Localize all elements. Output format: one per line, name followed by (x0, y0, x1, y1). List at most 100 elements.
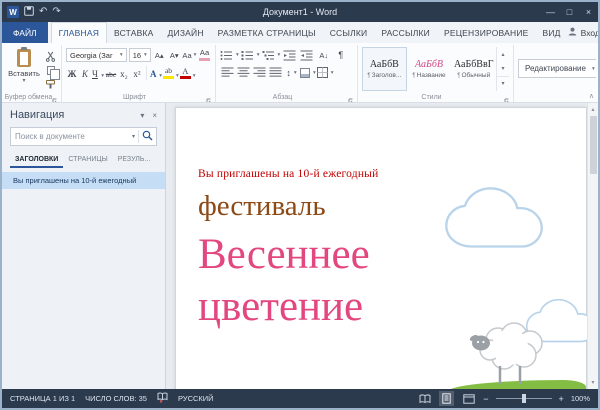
search-options-caret-icon[interactable]: ▾ (129, 133, 138, 140)
line-spacing-icon: ↕ (286, 68, 291, 78)
nav-tab-pages[interactable]: СТРАНИЦЫ (63, 153, 112, 168)
maximize-button[interactable]: □ (560, 2, 579, 22)
styles-scroll-down-icon[interactable]: ▾ (497, 61, 509, 75)
redo-icon[interactable]: ↷ (52, 7, 60, 17)
zoom-slider[interactable] (496, 398, 552, 399)
increase-indent-button[interactable] (299, 48, 314, 63)
decrease-indent-button[interactable] (282, 48, 297, 63)
align-right-button[interactable] (252, 65, 267, 80)
highlight-button[interactable]: ab ▾ (163, 64, 179, 81)
read-mode-button[interactable] (417, 391, 432, 406)
document-page[interactable]: Вы приглашены на 10-й ежегодный фестивал… (175, 107, 587, 389)
zoom-slider-thumb[interactable] (522, 394, 526, 403)
scroll-up-icon[interactable]: ▴ (591, 103, 594, 116)
style-heading1[interactable]: АаБбВ ¶Заголов... (362, 47, 407, 91)
collapse-ribbon-icon[interactable]: ∧ (589, 92, 594, 100)
styles-group: АаБбВ ¶Заголов... АаБбВ ¶Название АаБбВв… (358, 45, 514, 102)
scroll-down-icon[interactable]: ▾ (591, 376, 594, 389)
tab-page-layout[interactable]: РАЗМЕТКА СТРАНИЦЫ (211, 22, 323, 43)
tab-design[interactable]: ДИЗАЙН (161, 22, 211, 43)
shading-caret-icon: ▾ (311, 70, 316, 76)
file-tab[interactable]: ФАЙЛ (2, 22, 48, 43)
close-button[interactable]: × (579, 2, 598, 22)
style-normal-name: Обычный (461, 72, 490, 79)
search-icon[interactable] (142, 128, 153, 146)
shrink-font-button[interactable]: А▾ (168, 48, 181, 62)
paragraph-group: ▾ ▾ ▾ А↓ ¶ (216, 45, 358, 102)
nav-tab-headings[interactable]: ЗАГОЛОВКИ (10, 153, 63, 168)
language-indicator[interactable]: РУССКИЙ (178, 394, 214, 403)
tab-review[interactable]: РЕЦЕНЗИРОВАНИЕ (437, 22, 536, 43)
justify-button[interactable] (268, 65, 283, 80)
document-content[interactable]: Вы приглашены на 10-й ежегодный фестивал… (176, 108, 586, 334)
scrollbar-thumb[interactable] (590, 116, 597, 174)
undo-icon[interactable]: ↶ (39, 7, 47, 17)
styles-gallery-scroll: ▴ ▾ ▾ (496, 47, 509, 91)
styles-more-icon[interactable]: ▾ (497, 76, 509, 91)
change-case-button[interactable]: Аа ▾ (183, 48, 196, 62)
style-normal[interactable]: АаБбВвГ ¶Обычный (451, 47, 496, 91)
zoom-in-button[interactable]: + (559, 394, 564, 404)
tab-insert[interactable]: ВСТАВКА (107, 22, 161, 43)
copy-button[interactable] (44, 64, 57, 76)
numbering-button[interactable]: ▾ (241, 48, 260, 63)
editing-button[interactable]: Редактирование ▾ (518, 59, 596, 78)
vertical-scrollbar[interactable]: ▴ ▾ (587, 103, 598, 389)
zoom-out-button[interactable]: − (483, 394, 488, 404)
cut-button[interactable] (44, 50, 57, 62)
grow-font-button[interactable]: А▴ (153, 48, 166, 62)
show-marks-button[interactable]: ¶ (333, 48, 348, 63)
tab-references[interactable]: ССЫЛКИ (323, 22, 375, 43)
proofing-icon[interactable] (157, 392, 168, 405)
sign-in-button[interactable]: Вход (568, 22, 600, 43)
underline-button[interactable]: Ч ▾ (92, 64, 104, 81)
clipboard-group-label: Буфер обмена (4, 94, 53, 101)
word-count[interactable]: ЧИСЛО СЛОВ: 35 (85, 394, 147, 403)
italic-button[interactable]: К (79, 64, 91, 81)
save-icon[interactable] (24, 6, 34, 19)
font-color-button[interactable]: А ▾ (180, 64, 196, 81)
styles-dialog-launcher-icon[interactable] (504, 93, 512, 101)
paragraph-dialog-launcher-icon[interactable] (348, 93, 356, 101)
shading-button[interactable]: ▾ (300, 65, 316, 80)
read-mode-icon (419, 394, 431, 404)
text-effects-button[interactable]: А ▾ (150, 64, 162, 81)
tab-mailings[interactable]: РАССЫЛКИ (374, 22, 437, 43)
font-dialog-launcher-icon[interactable] (206, 93, 214, 101)
web-layout-button[interactable] (461, 391, 476, 406)
nav-heading-item[interactable]: Вы приглашены на 10-й ежегодный (2, 172, 165, 189)
tab-home[interactable]: ГЛАВНАЯ (51, 22, 107, 43)
line-spacing-button[interactable]: ↕ ▾ (284, 65, 299, 80)
print-layout-button[interactable] (439, 391, 454, 406)
superscript-button[interactable]: x² (131, 64, 143, 81)
zoom-level[interactable]: 100% (571, 394, 590, 403)
bullets-button[interactable]: ▾ (220, 48, 239, 63)
borders-button[interactable]: ▾ (317, 65, 334, 80)
style-title[interactable]: АаБбВ ¶Название (407, 47, 452, 91)
align-center-button[interactable] (236, 65, 251, 80)
navigation-close-icon[interactable]: × (152, 111, 157, 120)
bold-button[interactable]: Ж (66, 64, 78, 81)
editing-label: Редактирование (525, 64, 586, 73)
tab-view[interactable]: ВИД (536, 22, 568, 43)
navigation-options-caret-icon[interactable]: ▾ (140, 111, 144, 120)
multilevel-list-button[interactable]: ▾ (262, 48, 281, 63)
nav-tab-results[interactable]: РЕЗУЛЬ... (113, 153, 156, 168)
paste-button[interactable]: Вставить ▾ (8, 47, 40, 90)
subscript-button[interactable]: x₂ (118, 64, 130, 81)
styles-scroll-up-icon[interactable]: ▴ (497, 47, 509, 61)
font-size-combo[interactable]: 16 ▾ (129, 48, 151, 62)
document-festival-line: фестиваль (198, 190, 586, 223)
sort-button[interactable]: А↓ (316, 48, 331, 63)
search-input[interactable] (11, 132, 129, 141)
minimize-button[interactable]: — (541, 2, 560, 22)
strikethrough-button[interactable]: abc (105, 64, 117, 81)
word-app-icon[interactable]: W (7, 6, 19, 18)
align-left-button[interactable] (220, 65, 235, 80)
ribbon-tab-row: ФАЙЛ ГЛАВНАЯ ВСТАВКА ДИЗАЙН РАЗМЕТКА СТР… (2, 22, 598, 43)
clipboard-dialog-launcher-icon[interactable] (52, 93, 60, 101)
clear-formatting-button[interactable]: Аа (198, 48, 211, 62)
page-indicator[interactable]: СТРАНИЦА 1 ИЗ 1 (10, 394, 75, 403)
format-painter-button[interactable] (44, 78, 57, 90)
font-name-combo[interactable]: Georgia (Заг ▾ (66, 48, 127, 62)
